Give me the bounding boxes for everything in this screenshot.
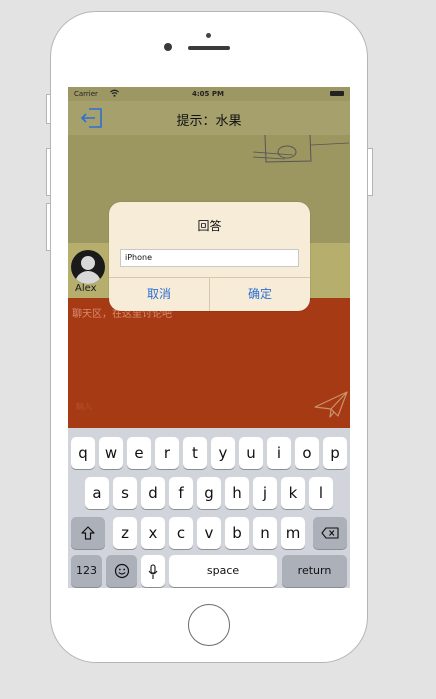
- key-k[interactable]: k: [281, 477, 305, 509]
- key-h[interactable]: h: [225, 477, 249, 509]
- shift-key[interactable]: [71, 517, 105, 549]
- confirm-button[interactable]: 确定: [210, 277, 310, 311]
- delete-key[interactable]: [313, 517, 347, 549]
- chat-input-placeholder[interactable]: 輸入: [76, 401, 92, 412]
- status-bar: Carrier 4:05 PM: [68, 87, 350, 101]
- key-a[interactable]: a: [85, 477, 109, 509]
- key-f[interactable]: f: [169, 477, 193, 509]
- home-button[interactable]: [188, 604, 230, 646]
- key-x[interactable]: x: [141, 517, 165, 549]
- backspace-icon: [321, 527, 339, 539]
- page-title: 提示：水果: [176, 114, 242, 129]
- key-d[interactable]: d: [141, 477, 165, 509]
- emoji-key[interactable]: [106, 555, 137, 587]
- front-camera: [164, 43, 172, 51]
- key-e[interactable]: e: [127, 437, 151, 469]
- emoji-icon: [114, 563, 129, 579]
- status-time: 4:05 PM: [192, 90, 224, 98]
- key-o[interactable]: o: [295, 437, 319, 469]
- key-t[interactable]: t: [183, 437, 207, 469]
- key-m[interactable]: m: [281, 517, 305, 549]
- space-key[interactable]: space: [169, 555, 277, 587]
- sketch-drawing: [253, 135, 349, 163]
- sensor-dot: [206, 33, 211, 38]
- key-w[interactable]: w: [99, 437, 123, 469]
- shift-icon: [81, 526, 95, 540]
- wifi-icon: [110, 89, 119, 99]
- carrier-label: Carrier: [74, 90, 98, 98]
- avatar[interactable]: [71, 250, 105, 284]
- screen: Carrier 4:05 PM 提示：水果 Alex 聊天区，在这里讨论吧 輸入…: [68, 87, 350, 588]
- battery-icon: [330, 91, 344, 96]
- key-j[interactable]: j: [253, 477, 277, 509]
- key-i[interactable]: i: [267, 437, 291, 469]
- key-v[interactable]: v: [197, 517, 221, 549]
- key-r[interactable]: r: [155, 437, 179, 469]
- key-b[interactable]: b: [225, 517, 249, 549]
- microphone-icon: [148, 563, 158, 579]
- return-key[interactable]: return: [282, 555, 347, 587]
- key-p[interactable]: p: [323, 437, 347, 469]
- numbers-key[interactable]: 123: [71, 555, 102, 587]
- key-n[interactable]: n: [253, 517, 277, 549]
- dictation-key[interactable]: [141, 555, 165, 587]
- key-q[interactable]: q: [71, 437, 95, 469]
- key-s[interactable]: s: [113, 477, 137, 509]
- cancel-button[interactable]: 取消: [109, 277, 209, 311]
- avatar-name: Alex: [75, 283, 97, 294]
- nav-bar: 提示：水果: [68, 101, 350, 135]
- key-g[interactable]: g: [197, 477, 221, 509]
- keyboard: q w e r t y u i o p a s d f g h j k l z …: [68, 428, 350, 588]
- send-icon[interactable]: [314, 390, 348, 420]
- dialog-title: 回答: [197, 219, 222, 233]
- key-z[interactable]: z: [113, 517, 137, 549]
- answer-input[interactable]: iPhone: [120, 249, 299, 267]
- answer-dialog: 回答 iPhone 取消 确定: [109, 202, 310, 311]
- key-l[interactable]: l: [309, 477, 333, 509]
- key-c[interactable]: c: [169, 517, 193, 549]
- key-y[interactable]: y: [211, 437, 235, 469]
- earpiece-speaker: [188, 46, 230, 50]
- key-u[interactable]: u: [239, 437, 263, 469]
